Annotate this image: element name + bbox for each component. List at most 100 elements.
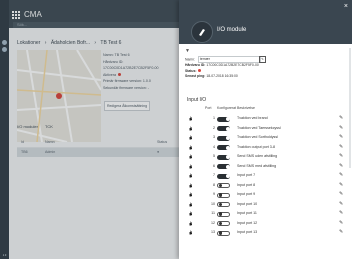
port-description: Input port 13 [237,230,258,234]
hand-icon[interactable] [188,221,193,226]
port-number: 13 [211,230,215,234]
configured-toggle[interactable] [217,183,230,188]
last-ping: 18-07-2018 16:35:00 [206,74,238,79]
status-dot-icon [197,69,201,73]
port-description: Input port 12 [237,220,258,225]
edit-pencil-icon[interactable]: ✎ [339,133,343,143]
edit-pencil-icon[interactable]: ✎ [339,162,343,172]
configured-toggle[interactable] [217,145,230,150]
hand-icon[interactable] [188,211,193,216]
port-number: 4 [213,144,215,149]
port-number: 9 [213,192,215,196]
hand-icon[interactable] [188,126,193,131]
io-row: 13 Input port 13 ✎ [187,228,347,238]
panel-header: × I/O module [179,0,352,44]
port-number: 7 [213,173,215,177]
io-row: 5 Send SMS uden afstilling ✎ [187,152,347,162]
port-number: 12 [211,220,215,225]
io-row: 2 Tvaktion ved Taerssekcyssl ✎ [187,124,347,134]
hand-icon[interactable] [188,164,193,169]
filter-icon[interactable]: ▼ [185,48,190,54]
io-row: 1 Tvaktion ved brand ✎ [187,114,347,124]
edit-pencil-icon[interactable]: ✎ [339,124,343,134]
module-icon [191,21,213,43]
hand-icon[interactable] [188,135,193,140]
edit-pencil-icon[interactable]: ✎ [339,152,343,162]
edit-pencil-icon[interactable]: ✎ [339,219,343,229]
port-description: Send SMS uden afstilling [237,154,278,158]
edit-icon[interactable]: ✎ [259,56,266,63]
edit-pencil-icon[interactable]: ✎ [339,209,343,219]
hardware-id: 17C00C0D1A72B2E7CB2F5F0-00 [206,63,259,67]
hand-icon[interactable] [188,154,193,159]
port-description: Tvaktion ved Sortholdyssl [237,135,278,139]
configured-toggle[interactable] [217,116,230,122]
edit-pencil-icon[interactable]: ✎ [339,228,343,238]
io-module-panel: × I/O module ▼ Namn: ternær ✎ Hårdvaru I… [179,0,352,259]
port-number: 2 [213,125,215,130]
nav-dot-icon[interactable] [2,47,7,52]
left-rail: 1.0 [0,0,9,259]
version-label: 1.0 [2,254,7,257]
configured-toggle[interactable] [217,192,230,198]
edit-pencil-icon[interactable]: ✎ [339,114,343,124]
name-field[interactable]: ternær [197,56,261,63]
port-description: Input port 9 [237,192,256,196]
name-label: Namn: [185,57,195,62]
configured-toggle[interactable] [217,164,230,169]
configured-toggle[interactable] [217,135,230,141]
edit-pencil-icon[interactable]: ✎ [339,190,343,200]
io-table-header: Port Konfigurerat Beskrivelse [205,106,255,110]
io-row: 10 Input port 10 ✎ [187,200,347,210]
configured-toggle[interactable] [217,211,230,217]
nav-dot-icon[interactable] [2,40,7,45]
port-description: Input port 11 [237,211,257,215]
port-description: Input port 7 [237,173,256,177]
io-row: 9 Input port 9 ✎ [187,190,347,200]
hand-icon[interactable] [188,202,193,207]
edit-pencil-icon[interactable]: ✎ [339,143,343,153]
port-number: 8 [213,182,215,187]
edit-pencil-icon[interactable]: ✎ [339,181,343,191]
close-icon[interactable]: × [344,3,348,10]
hand-icon[interactable] [188,173,193,178]
port-description: Send SMS med afstilling [237,163,277,168]
configured-toggle[interactable] [217,230,230,236]
port-description: Tvaktion output port 3-8 [237,144,275,149]
io-list: 1 Tvaktion ved brand ✎ 2 Tvaktion ved Taerss… [187,114,347,238]
io-row: 3 Tvaktion ved Sortholdyssl ✎ [187,133,347,143]
port-description: Tvaktion ved Taerssekcyssl [237,125,281,130]
io-row: 6 Send SMS med afstilling ✎ [187,162,347,172]
port-number: 10 [211,201,215,206]
configured-toggle[interactable] [217,202,230,207]
io-row: 8 Input port 8 ✎ [187,181,347,191]
modal-backdrop[interactable] [9,0,179,259]
io-row: 7 Input port 7 ✎ [187,171,347,181]
port-number: 5 [213,154,215,158]
io-row: 12 Input port 12 ✎ [187,219,347,229]
hand-icon[interactable] [188,145,193,150]
port-number: 3 [213,135,215,139]
port-description: Input port 10 [237,201,258,206]
section-title: Input I/O [187,97,207,103]
panel-title: I/O module [217,27,247,33]
module-info: Namn: ternær ✎ Hårdvaru ID: 17C00C0D1A72… [185,56,266,80]
port-number: 6 [213,163,215,168]
hand-icon[interactable] [188,230,193,235]
scrollbar[interactable] [349,48,351,168]
configured-toggle[interactable] [217,221,230,226]
port-description: Tvaktion ved brand [237,116,268,120]
configured-toggle[interactable] [217,154,230,160]
edit-pencil-icon[interactable]: ✎ [339,200,343,210]
hand-icon[interactable] [188,116,193,121]
hand-icon[interactable] [188,183,193,188]
configured-toggle[interactable] [217,126,230,131]
configured-toggle[interactable] [217,173,230,179]
io-row: 4 Tvaktion output port 3-8 ✎ [187,143,347,153]
port-number: 11 [211,211,215,215]
edit-pencil-icon[interactable]: ✎ [339,171,343,181]
port-number: 1 [213,116,215,120]
hand-icon[interactable] [188,192,193,197]
port-description: Input port 8 [237,182,256,187]
io-row: 11 Input port 11 ✎ [187,209,347,219]
